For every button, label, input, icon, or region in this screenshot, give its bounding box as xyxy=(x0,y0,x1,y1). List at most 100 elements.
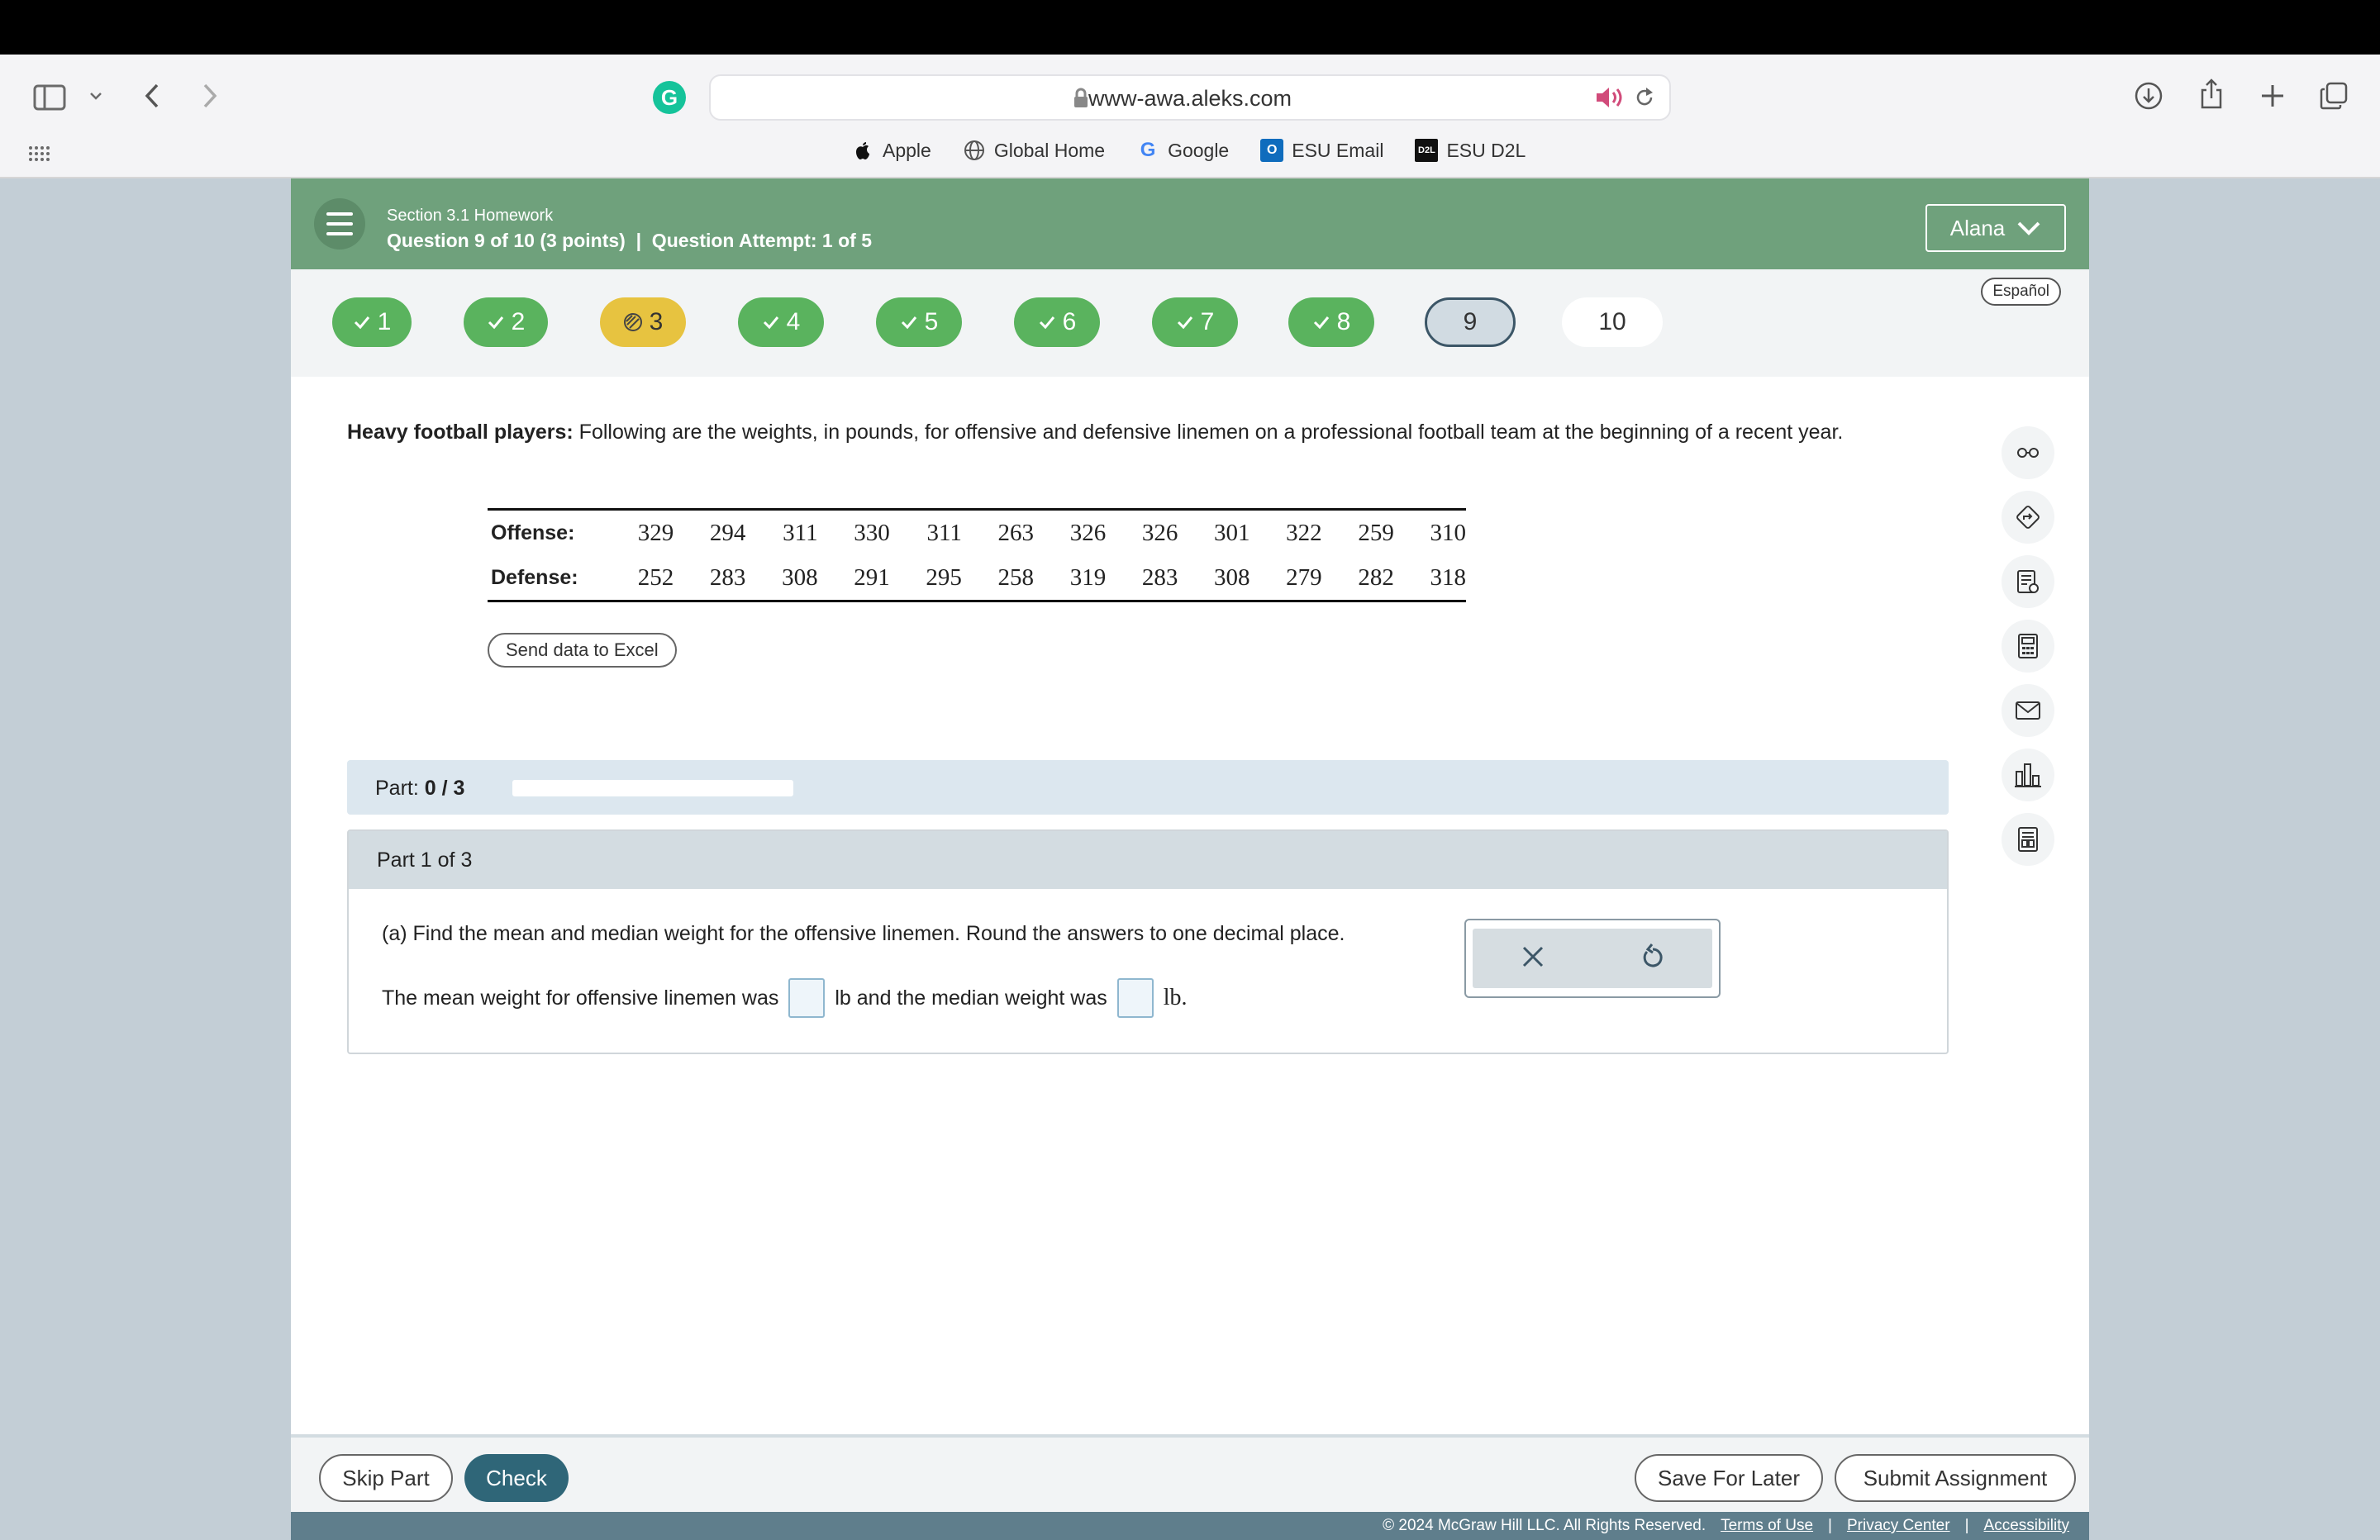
table-cell: 326 xyxy=(1141,519,1178,546)
table-cell: 311 xyxy=(926,519,962,546)
skip-part-button[interactable]: Skip Part xyxy=(319,1454,453,1502)
table-row: Defense: 252 283 308 291 295 258 319 283 308 279 28… xyxy=(488,555,1466,600)
table-cell: 329 xyxy=(637,519,674,546)
question-number: 1 xyxy=(377,308,392,335)
terms-link[interactable]: Terms of Use xyxy=(1721,1517,1813,1535)
back-icon[interactable] xyxy=(139,79,165,112)
table-cell: 263 xyxy=(997,519,1035,546)
status-bar xyxy=(0,0,2380,55)
table-cell: 319 xyxy=(1069,563,1107,591)
row-label: Offense: xyxy=(491,520,575,544)
table-cell: 279 xyxy=(1286,563,1322,591)
bookmark-google[interactable]: G Google xyxy=(1136,139,1230,162)
question-nav-7[interactable]: 7 xyxy=(1152,297,1238,347)
mean-answer-input[interactable] xyxy=(788,978,826,1018)
google-icon: G xyxy=(1140,139,1156,161)
browser-toolbar: G www-awa.aleks.com Apple Global Home G xyxy=(0,55,2380,178)
question-number: 5 xyxy=(924,308,939,335)
table-cell: 301 xyxy=(1214,519,1250,546)
mail-icon[interactable] xyxy=(2002,684,2054,737)
check-icon xyxy=(488,316,503,330)
part-heading: Part 1 of 3 xyxy=(349,831,1947,889)
tab-overview-icon[interactable] xyxy=(2317,79,2350,112)
partial-credit-icon xyxy=(623,313,642,331)
save-for-later-button[interactable]: Save For Later xyxy=(1635,1454,1823,1502)
section-title: Section 3.1 Homework xyxy=(387,207,554,225)
table-cell: 310 xyxy=(1430,519,1466,546)
user-menu-button[interactable]: Alana xyxy=(1925,204,2066,252)
check-icon xyxy=(1039,316,1054,330)
answer-tools-popup xyxy=(1464,919,1721,998)
aleks-app: Section 3.1 Homework Question 9 of 10 (3… xyxy=(291,178,2089,1540)
speaker-icon[interactable] xyxy=(1595,86,1623,113)
data-table: Offense: 329 294 311 330 311 263 326 326 301 322 25… xyxy=(488,508,1466,602)
chevron-down-icon[interactable] xyxy=(86,86,106,106)
question-nav-4[interactable]: 4 xyxy=(738,297,824,347)
problem-text: Following are the weights, in pounds, fo… xyxy=(578,421,1844,444)
question-nav-5[interactable]: 5 xyxy=(876,297,962,347)
accessibility-link[interactable]: Accessibility xyxy=(1984,1517,2069,1535)
question-number: 9 xyxy=(1463,308,1478,335)
question-navigator: 1 2 3 4 5 6 7 8 9 10 Español xyxy=(291,269,2089,377)
progress-track xyxy=(512,780,793,796)
apple-icon xyxy=(851,139,874,162)
send-to-excel-button[interactable]: Send data to Excel xyxy=(488,633,677,668)
table-cell: 311 xyxy=(783,519,818,546)
language-toggle[interactable]: Español xyxy=(1981,278,2061,306)
table-row: Offense: 329 294 311 330 311 263 326 326 301 322 25… xyxy=(488,511,1466,555)
tab-grid-icon[interactable] xyxy=(25,142,53,164)
menu-button[interactable] xyxy=(314,198,365,250)
user-name: Alana xyxy=(1949,215,2006,240)
new-tab-icon[interactable] xyxy=(2256,79,2289,112)
table-cell: 259 xyxy=(1358,519,1394,546)
question-number: 8 xyxy=(1336,308,1351,335)
submit-assignment-button[interactable]: Submit Assignment xyxy=(1835,1454,2076,1502)
directions-icon[interactable] xyxy=(2002,491,2054,544)
table-cell: 282 xyxy=(1358,563,1394,591)
question-nav-3[interactable]: 3 xyxy=(600,297,686,347)
check-icon xyxy=(763,316,778,330)
check-icon xyxy=(1177,316,1192,330)
forward-icon[interactable] xyxy=(197,79,223,112)
download-icon[interactable] xyxy=(2132,79,2165,112)
clear-icon[interactable] xyxy=(1521,941,1545,977)
textbook-icon[interactable] xyxy=(2002,555,2054,608)
bookmark-esu-d2l[interactable]: D2L ESU D2L xyxy=(1415,139,1526,162)
question-nav-1[interactable]: 1 xyxy=(332,297,412,347)
table-cell: 252 xyxy=(637,563,674,591)
grammarly-icon[interactable]: G xyxy=(653,81,686,114)
sidebar-icon[interactable] xyxy=(31,79,68,116)
globe-icon xyxy=(963,139,986,162)
question-nav-2[interactable]: 2 xyxy=(464,297,548,347)
url-text: www-awa.aleks.com xyxy=(1088,86,1292,111)
bookmark-label: Google xyxy=(1168,139,1230,161)
worksheet-icon[interactable] xyxy=(2002,813,2054,866)
glasses-icon[interactable] xyxy=(2002,426,2054,479)
bookmark-esu-email[interactable]: O ESU Email xyxy=(1260,139,1383,162)
table-cell: 326 xyxy=(1069,519,1107,546)
reload-icon[interactable] xyxy=(1633,86,1656,113)
table-cell: 295 xyxy=(926,563,962,591)
table-cell: 283 xyxy=(1141,563,1178,591)
calculator-icon[interactable] xyxy=(2002,620,2054,673)
address-bar[interactable]: www-awa.aleks.com xyxy=(709,74,1671,121)
problem-title: Heavy football players: xyxy=(347,421,574,444)
question-number: 7 xyxy=(1200,308,1215,335)
question-nav-8[interactable]: 8 xyxy=(1288,297,1374,347)
bookmark-label: Global Home xyxy=(993,139,1106,161)
bookmark-apple[interactable]: Apple xyxy=(851,139,931,162)
table-cell: 308 xyxy=(782,563,818,591)
bar-chart-icon[interactable] xyxy=(2002,749,2054,801)
check-button[interactable]: Check xyxy=(464,1454,569,1502)
question-nav-10[interactable]: 10 xyxy=(1562,297,1663,347)
question-nav-9[interactable]: 9 xyxy=(1425,297,1516,347)
median-answer-input[interactable] xyxy=(1116,978,1154,1018)
assignment-header: Section 3.1 Homework Question 9 of 10 (3… xyxy=(291,178,2089,269)
undo-icon[interactable] xyxy=(1641,941,1664,977)
privacy-link[interactable]: Privacy Center xyxy=(1847,1517,1950,1535)
question-number: 2 xyxy=(511,308,526,335)
share-icon[interactable] xyxy=(2195,76,2228,112)
bookmark-global-home[interactable]: Global Home xyxy=(963,139,1105,162)
question-number: 10 xyxy=(1598,308,1626,335)
question-nav-6[interactable]: 6 xyxy=(1014,297,1100,347)
